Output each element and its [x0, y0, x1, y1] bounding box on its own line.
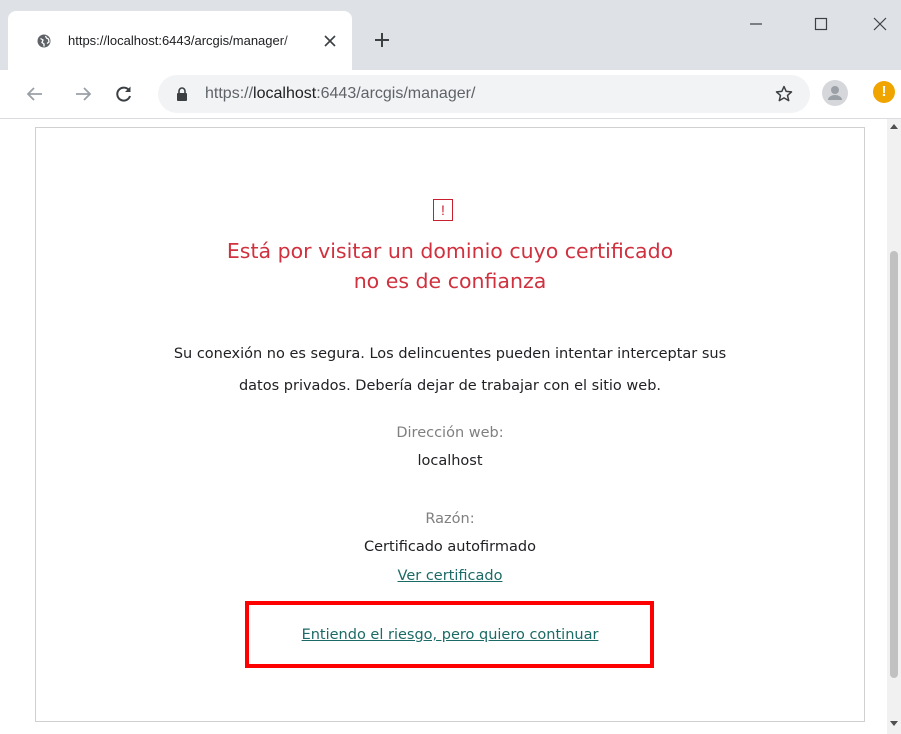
scroll-up-icon[interactable]	[890, 124, 898, 129]
description-line-1: Su conexión no es segura. Los delincuent…	[173, 346, 727, 362]
person-icon	[828, 86, 842, 100]
vertical-scrollbar[interactable]	[887, 119, 901, 734]
url-text: https://localhost:6443/arcgis/manager/	[205, 85, 475, 103]
highlight-box	[245, 601, 654, 668]
browser-toolbar: https://localhost:6443/arcgis/manager/	[0, 70, 901, 119]
address-bar[interactable]: https://localhost:6443/arcgis/manager/	[158, 75, 810, 113]
url-scheme: https://	[205, 85, 254, 102]
lock-icon[interactable]	[176, 87, 188, 101]
scrollbar-thumb[interactable]	[890, 251, 898, 678]
description-line-2: datos privados. Debería dejar de trabaja…	[238, 378, 662, 394]
reload-icon[interactable]	[114, 84, 134, 104]
reason-label: Razón:	[425, 511, 475, 527]
plus-icon[interactable]	[372, 30, 392, 50]
warning-icon: !	[433, 199, 453, 221]
minimize-icon[interactable]	[746, 14, 766, 34]
reason-value: Certificado autofirmado	[364, 539, 536, 555]
page-title: Está por visitar un dominio cuyo certifi…	[36, 236, 864, 296]
tab-strip: https://localhost:6443/arcgis/manager/	[0, 0, 901, 70]
title-line-1: Está por visitar un dominio cuyo certifi…	[226, 239, 674, 263]
view-certificate-link[interactable]: Ver certificado	[36, 568, 864, 584]
title-line-2: no es de confianza	[353, 269, 547, 293]
arrow-left-icon[interactable]	[25, 84, 45, 104]
address-value: localhost	[417, 453, 483, 469]
avatar-icon[interactable]	[822, 80, 848, 106]
window-close-icon[interactable]	[870, 14, 890, 34]
tab-title: https://localhost:6443/arcgis/manager/	[68, 33, 288, 48]
exclamation-icon[interactable]: !	[873, 81, 895, 103]
globe-icon	[37, 34, 51, 48]
url-path: :6443/arcgis/manager/	[316, 85, 476, 102]
warning-description: Su conexión no es segura. Los delincuent…	[36, 338, 864, 402]
scroll-down-icon[interactable]	[890, 721, 898, 726]
url-host: localhost	[253, 85, 317, 102]
address-label: Dirección web:	[396, 425, 504, 441]
close-icon[interactable]	[324, 35, 336, 47]
browser-tab[interactable]: https://localhost:6443/arcgis/manager/	[8, 11, 352, 70]
star-icon[interactable]	[774, 84, 794, 104]
maximize-icon[interactable]	[811, 14, 831, 34]
arrow-right-icon[interactable]	[73, 84, 93, 104]
